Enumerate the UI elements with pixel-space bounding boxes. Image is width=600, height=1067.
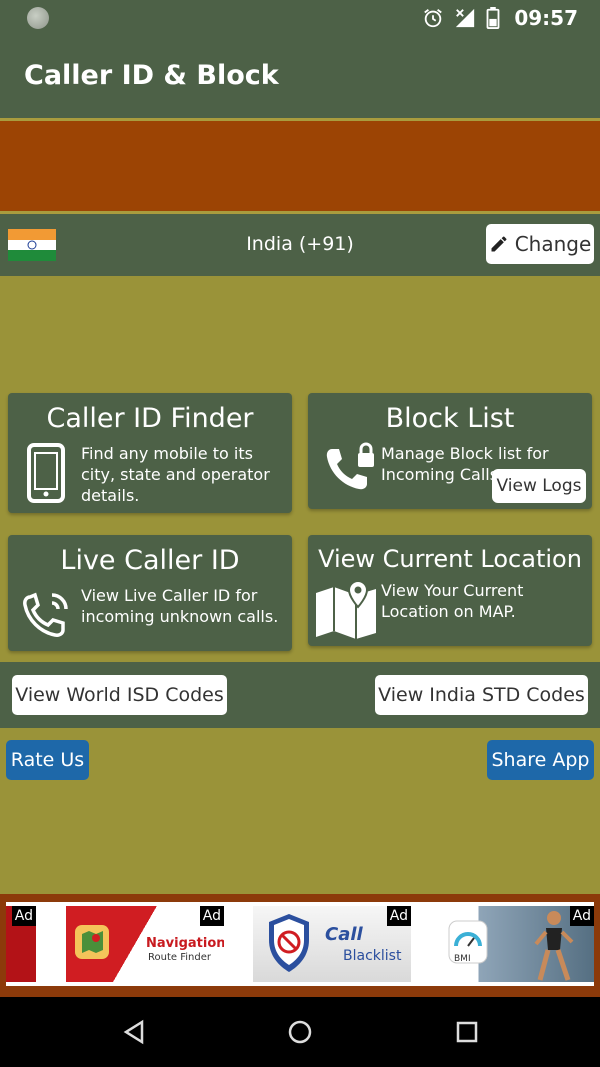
change-country-button[interactable]: Change [486, 224, 594, 264]
card-description: Find any mobile to its city, state and o… [81, 444, 270, 505]
ad-title: Call [325, 924, 363, 945]
home-icon[interactable] [288, 1019, 312, 1045]
card-description: View Live Caller ID for incoming unknown… [81, 586, 279, 626]
recents-icon[interactable] [455, 1019, 479, 1045]
phone-lock-icon [326, 442, 374, 490]
ad-strip: Ad Ad Navigation Route Finder Ad Call Bl… [0, 894, 600, 997]
rate-us-button[interactable]: Rate Us [6, 740, 89, 780]
ad-badge: Ad [199, 906, 224, 926]
pencil-icon [491, 236, 507, 252]
share-app-button[interactable]: Share App [487, 740, 594, 780]
view-india-std-codes-button[interactable]: View India STD Codes [375, 675, 588, 715]
battery-icon [486, 7, 500, 29]
ad-tile[interactable]: Ad [6, 906, 36, 982]
card-description: View Your Current Location on MAP. [381, 581, 524, 621]
view-logs-button[interactable]: View Logs [492, 469, 586, 503]
card-title: View Current Location [318, 545, 582, 573]
status-time: 09:57 [514, 6, 578, 30]
status-icons: 09:57 [422, 6, 578, 30]
card-title: Block List [385, 403, 515, 434]
runner-image [534, 911, 574, 981]
map-app-icon [75, 925, 109, 959]
codes-bar: View World ISD Codes View India STD Code… [0, 662, 600, 728]
ad-tile-bmi[interactable]: Ad BMI [440, 906, 594, 982]
caller-id-finder-card[interactable]: Caller ID Finder Find any mobile to its … [8, 393, 292, 513]
system-navigation-bar [0, 997, 600, 1067]
ad-subtitle: Route Finder [148, 952, 211, 963]
map-pin-icon [316, 579, 376, 639]
shield-phone-icon [269, 914, 309, 972]
view-current-location-card[interactable]: View Current Location View Your Current … [308, 535, 592, 646]
ad-carousel: Ad Ad Navigation Route Finder Ad Call Bl… [6, 902, 594, 986]
app-title: Caller ID & Block [24, 60, 279, 91]
card-title: Live Caller ID [60, 545, 240, 576]
app-bar: Caller ID & Block [0, 36, 600, 118]
status-bar: 09:57 [0, 0, 600, 36]
ad-badge: Ad [386, 906, 411, 926]
ad-title: Navigation [146, 936, 224, 951]
alarm-icon [424, 9, 443, 28]
ad-badge: Ad [11, 906, 36, 926]
back-icon[interactable] [122, 1019, 146, 1045]
signal-off-icon [456, 8, 475, 28]
mobile-phone-icon [27, 443, 65, 503]
change-label: Change [514, 232, 592, 256]
phone-ringing-icon [23, 592, 68, 637]
country-bar: India (+91) Change [0, 214, 600, 276]
block-list-card[interactable]: Block List Manage Block list for Incomin… [308, 393, 592, 509]
live-caller-id-card[interactable]: Live Caller ID View Live Caller ID for i… [8, 535, 292, 651]
view-world-isd-codes-button[interactable]: View World ISD Codes [12, 675, 227, 715]
notification-dot-icon [27, 7, 49, 29]
ad-tile-call-blacklist[interactable]: Ad Call Blacklist [253, 906, 411, 982]
banner-ad-area[interactable] [0, 118, 600, 214]
card-title: Caller ID Finder [46, 403, 254, 434]
ad-title: BMI [454, 954, 471, 964]
ad-subtitle: Blacklist [343, 948, 402, 964]
ad-tile-navigation[interactable]: Ad Navigation Route Finder [66, 906, 224, 982]
